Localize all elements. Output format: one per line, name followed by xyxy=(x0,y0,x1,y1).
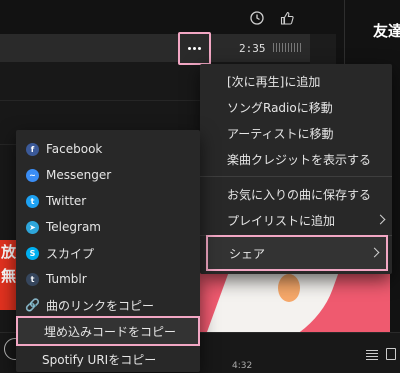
share-item-label: 埋め込みコードをコピー xyxy=(44,324,177,339)
twitter-icon: t xyxy=(26,194,39,208)
share-item-telegram[interactable]: ➤ Telegram xyxy=(16,214,200,240)
playback-time: 4:32 xyxy=(232,361,253,371)
share-item-label: スカイプ xyxy=(46,246,95,261)
menu-item-save-to-liked[interactable]: お気に入りの曲に保存する xyxy=(200,181,392,207)
share-item-label: Spotify URIをコピー xyxy=(42,352,157,367)
menu-item-label: お気に入りの曲に保存する xyxy=(227,187,372,202)
menu-item-go-to-artist[interactable]: アーティストに移動 xyxy=(200,120,392,146)
menu-item-share[interactable]: シェア xyxy=(206,235,388,271)
menu-item-label: プレイリストに追加 xyxy=(227,213,336,228)
menu-separator xyxy=(200,176,392,177)
dot-icon xyxy=(193,47,196,50)
share-item-label: Telegram xyxy=(46,220,101,234)
art-shape xyxy=(200,270,340,332)
share-item-twitter[interactable]: t Twitter xyxy=(16,188,200,214)
menu-item-label: [次に再生]に追加 xyxy=(227,74,321,89)
more-options-button[interactable] xyxy=(178,32,211,65)
menu-item-add-to-queue[interactable]: [次に再生]に追加 xyxy=(200,68,392,94)
share-item-copy-uri[interactable]: Spotify URIをコピー xyxy=(16,346,200,372)
share-item-label: Twitter xyxy=(46,194,87,208)
device-icon[interactable] xyxy=(386,348,396,360)
art-shape xyxy=(278,274,300,302)
menu-item-label: ソングRadioに移動 xyxy=(227,100,333,115)
dot-icon xyxy=(198,47,201,50)
track-duration: 2:35 xyxy=(239,42,266,55)
share-item-label: 曲のリンクをコピー xyxy=(46,298,155,313)
thumbs-up-icon[interactable] xyxy=(280,11,294,25)
clock-icon[interactable] xyxy=(250,11,264,25)
tumblr-icon: t xyxy=(26,272,39,286)
album-art-now-playing[interactable] xyxy=(200,270,390,332)
link-icon: 🔗 xyxy=(25,298,40,312)
track-context-menu: [次に再生]に追加 ソングRadioに移動 アーティストに移動 楽曲クレジットを… xyxy=(200,64,392,274)
chevron-right-icon xyxy=(375,214,386,225)
share-item-label: Tumblr xyxy=(46,272,87,286)
share-item-label: Messenger xyxy=(46,168,112,182)
waveform-bar xyxy=(273,43,301,52)
share-item-tumblr[interactable]: t Tumblr xyxy=(16,266,200,292)
dot-icon xyxy=(188,47,191,50)
share-item-messenger[interactable]: ~ Messenger xyxy=(16,162,200,188)
share-item-label: Facebook xyxy=(46,142,103,156)
queue-icon[interactable] xyxy=(366,350,378,360)
menu-item-show-credits[interactable]: 楽曲クレジットを表示する xyxy=(200,146,392,172)
share-item-copy-embed-code[interactable]: 埋め込みコードをコピー xyxy=(16,316,200,346)
menu-item-label: アーティストに移動 xyxy=(227,126,334,141)
menu-item-add-to-playlist[interactable]: プレイリストに追加 xyxy=(200,207,392,233)
share-submenu: f Facebook ~ Messenger t Twitter ➤ Teleg… xyxy=(16,130,200,372)
chevron-right-icon xyxy=(369,247,380,258)
messenger-icon: ~ xyxy=(26,168,39,182)
share-item-facebook[interactable]: f Facebook xyxy=(16,136,200,162)
top-bar xyxy=(0,0,336,34)
facebook-icon: f xyxy=(26,142,39,156)
skype-icon: S xyxy=(26,246,39,260)
share-item-copy-link[interactable]: 🔗 曲のリンクをコピー xyxy=(16,292,200,318)
menu-item-label: シェア xyxy=(229,246,266,261)
telegram-icon: ➤ xyxy=(26,220,39,234)
share-item-skype[interactable]: S スカイプ xyxy=(16,240,200,266)
menu-item-song-radio[interactable]: ソングRadioに移動 xyxy=(200,94,392,120)
menu-item-label: 楽曲クレジットを表示する xyxy=(227,152,372,167)
sidebar-title: 友達 xyxy=(373,22,400,40)
